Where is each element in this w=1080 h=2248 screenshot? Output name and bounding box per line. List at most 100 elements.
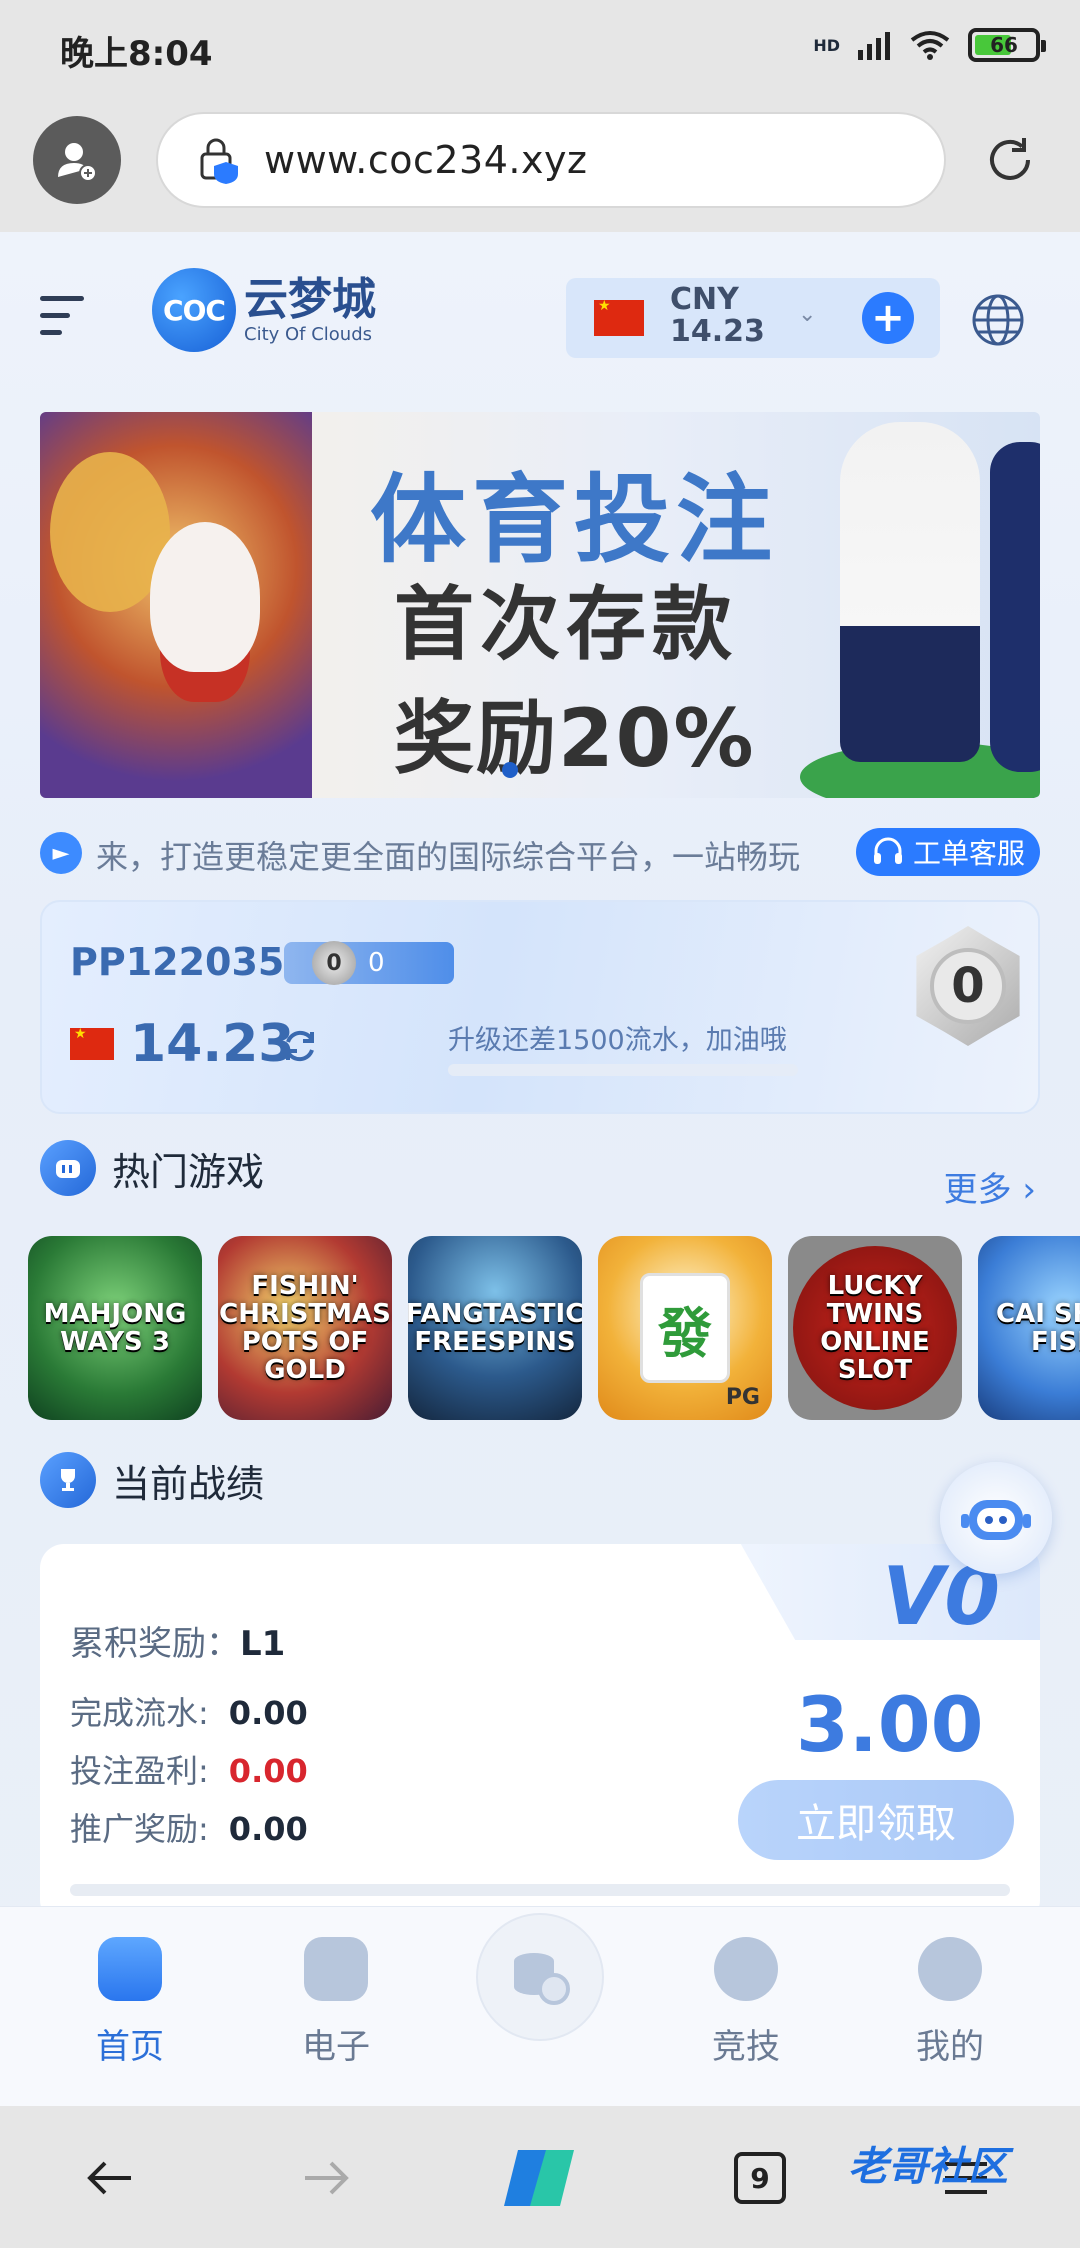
- game-title: FANGTASTIC FREESPINS: [408, 1299, 582, 1357]
- more-games-link[interactable]: 更多 ›: [944, 1162, 1036, 1211]
- bottom-tab-bar: 首页 电子 竞技 我的: [0, 1906, 1080, 2106]
- game-logo: LUCKY TWINS ONLINE SLOT: [793, 1246, 957, 1410]
- wallet-selector[interactable]: CNY 14.23 ⌄ +: [566, 278, 940, 358]
- claim-button[interactable]: 立即领取: [738, 1780, 1014, 1860]
- carousel-indicator[interactable]: [502, 762, 518, 778]
- wallet-currency: CNY 14.23: [670, 284, 765, 348]
- tab-wallet[interactable]: [476, 1913, 604, 2041]
- banner-slot-art: [40, 412, 312, 798]
- slot-machine-icon: [304, 1937, 368, 2001]
- add-user-icon: [58, 143, 97, 182]
- referral-value: 0.00: [228, 1810, 308, 1848]
- notice-text: 来，打造更稳定更全面的国际综合平台，一站畅玩: [96, 838, 801, 876]
- football-icon: [714, 1937, 778, 2001]
- coins-icon: [514, 1953, 570, 2005]
- banner-player-image: [990, 442, 1040, 772]
- currency-code: CNY: [670, 282, 739, 317]
- deposit-button[interactable]: +: [862, 292, 914, 344]
- upgrade-hint: 升级还差1500流水，加油哦: [448, 1025, 787, 1056]
- game-title: LUCKY TWINS ONLINE SLOT: [820, 1271, 930, 1385]
- support-label: 工单客服: [912, 837, 1025, 870]
- arrow-right-icon: [305, 2161, 349, 2195]
- tab-label: 我的: [916, 2027, 984, 2067]
- reload-button[interactable]: [970, 120, 1050, 200]
- game-tile[interactable]: MAHJONG WAYS 3: [28, 1236, 202, 1420]
- wallet-balance: 14.23: [670, 314, 765, 349]
- game-controller-icon: [40, 1140, 96, 1196]
- menu-icon-bar: [40, 296, 84, 301]
- support-ticket-button[interactable]: 工单客服: [856, 828, 1040, 876]
- refresh-balance-button[interactable]: [280, 1026, 320, 1066]
- url-field[interactable]: www.coc234.xyz: [156, 112, 946, 208]
- home-icon: [98, 1937, 162, 2001]
- game-tile[interactable]: FISHIN' CHRISTMAS POTS OF GOLD: [218, 1236, 392, 1420]
- tab-label: 竞技: [712, 2027, 780, 2067]
- status-bar: 晚上8:04 HD 66: [0, 0, 1080, 96]
- vip-medal[interactable]: 0: [898, 912, 1038, 1062]
- game-tile[interactable]: CAI SHEN FISH: [978, 1236, 1080, 1420]
- back-button[interactable]: [80, 2146, 140, 2210]
- accumulated-reward: 累积奖励：L1: [70, 1616, 285, 1665]
- battery-icon: 66: [968, 28, 1046, 62]
- banner-bonus: 奖励20%: [394, 692, 756, 785]
- logo-cn: 云梦城: [244, 273, 376, 325]
- chevron-down-icon[interactable]: ⌄: [798, 302, 816, 327]
- more-label: 更多: [943, 1170, 1012, 1210]
- promo-banner[interactable]: 体育投注 首次存款 奖励20%: [40, 412, 1040, 798]
- network-label: HD: [813, 35, 840, 55]
- tab-slots[interactable]: 电子: [266, 1937, 406, 2097]
- banner-subtitle: 首次存款: [394, 578, 738, 671]
- tab-sports[interactable]: 竞技: [676, 1937, 816, 2097]
- tab-home[interactable]: 首页: [60, 1937, 200, 2097]
- tab-label: 首页: [96, 2027, 164, 2067]
- user-id: PP122035: [70, 940, 285, 984]
- upgrade-progress: [448, 1064, 798, 1076]
- tabs-button[interactable]: 9: [730, 2146, 790, 2210]
- browser-toolbar: www.coc234.xyz: [0, 96, 1080, 232]
- tab-profile[interactable]: 我的: [880, 1937, 1020, 2097]
- forward-button[interactable]: [296, 2146, 356, 2210]
- level-coin-icon: 0: [312, 941, 356, 985]
- speaker-icon: ►: [40, 832, 82, 874]
- status-icons: HD 66: [813, 28, 1046, 62]
- game-tile[interactable]: FANGTASTIC FREESPINS: [408, 1236, 582, 1420]
- hot-games-title: 热门游戏: [112, 1149, 265, 1194]
- game-title: CAI SHEN FISH: [996, 1299, 1080, 1357]
- game-tile[interactable]: 發 PG: [598, 1236, 772, 1420]
- stats-scroll-bar: [70, 1884, 1010, 1896]
- user-icon: [918, 1937, 982, 2001]
- chat-bot-button[interactable]: [940, 1462, 1052, 1574]
- site-header: COC 云梦城 City Of Clouds CNY 14.23 ⌄ +: [0, 232, 1080, 402]
- battery-level: 66: [990, 33, 1018, 57]
- account-balance: 14.23: [130, 1014, 295, 1074]
- reload-icon: [990, 138, 1030, 180]
- account-card: PP122035 0 0 14.23 升级还差1500流水，加油哦 0: [40, 900, 1040, 1114]
- profile-button[interactable]: [33, 116, 121, 204]
- robot-icon: [961, 1500, 1031, 1540]
- menu-icon-bar: [40, 330, 62, 335]
- status-time: 晚上8:04: [60, 34, 213, 74]
- assistant-button[interactable]: [494, 2146, 586, 2210]
- game-title: MAHJONG WAYS 3: [43, 1299, 187, 1357]
- profit-row: 投注盈利: 0.00: [70, 1746, 308, 1792]
- url-text: www.coc234.xyz: [264, 138, 588, 182]
- stats-header: 当前战绩: [40, 1452, 264, 1508]
- turnover-label: 完成流水:: [70, 1694, 209, 1732]
- provider-badge: PG: [725, 1385, 760, 1410]
- language-button[interactable]: [970, 292, 1026, 348]
- accumulated-value: L1: [240, 1624, 286, 1664]
- signal-icon: [858, 32, 890, 60]
- game-tile[interactable]: LUCKY TWINS ONLINE SLOT: [788, 1236, 962, 1420]
- reward-amount: 3.00: [796, 1680, 984, 1769]
- menu-icon-bar: [40, 313, 70, 318]
- banner-rabbit-image: [150, 522, 260, 672]
- stats-title: 当前战绩: [112, 1461, 265, 1506]
- site-logo[interactable]: COC 云梦城 City Of Clouds: [152, 268, 376, 352]
- menu-button[interactable]: [40, 296, 84, 336]
- game-title: FISHIN' CHRISTMAS POTS OF GOLD: [219, 1271, 391, 1385]
- medal-level: 0: [930, 948, 1006, 1024]
- stats-card: V0 累积奖励：L1 完成流水: 0.00 投注盈利: 0.00 推广奖励: 0.00…: [40, 1544, 1040, 1924]
- copilot-icon: [504, 2150, 574, 2206]
- accumulated-label: 累积奖励：: [70, 1624, 240, 1664]
- referral-label: 推广奖励:: [70, 1810, 209, 1848]
